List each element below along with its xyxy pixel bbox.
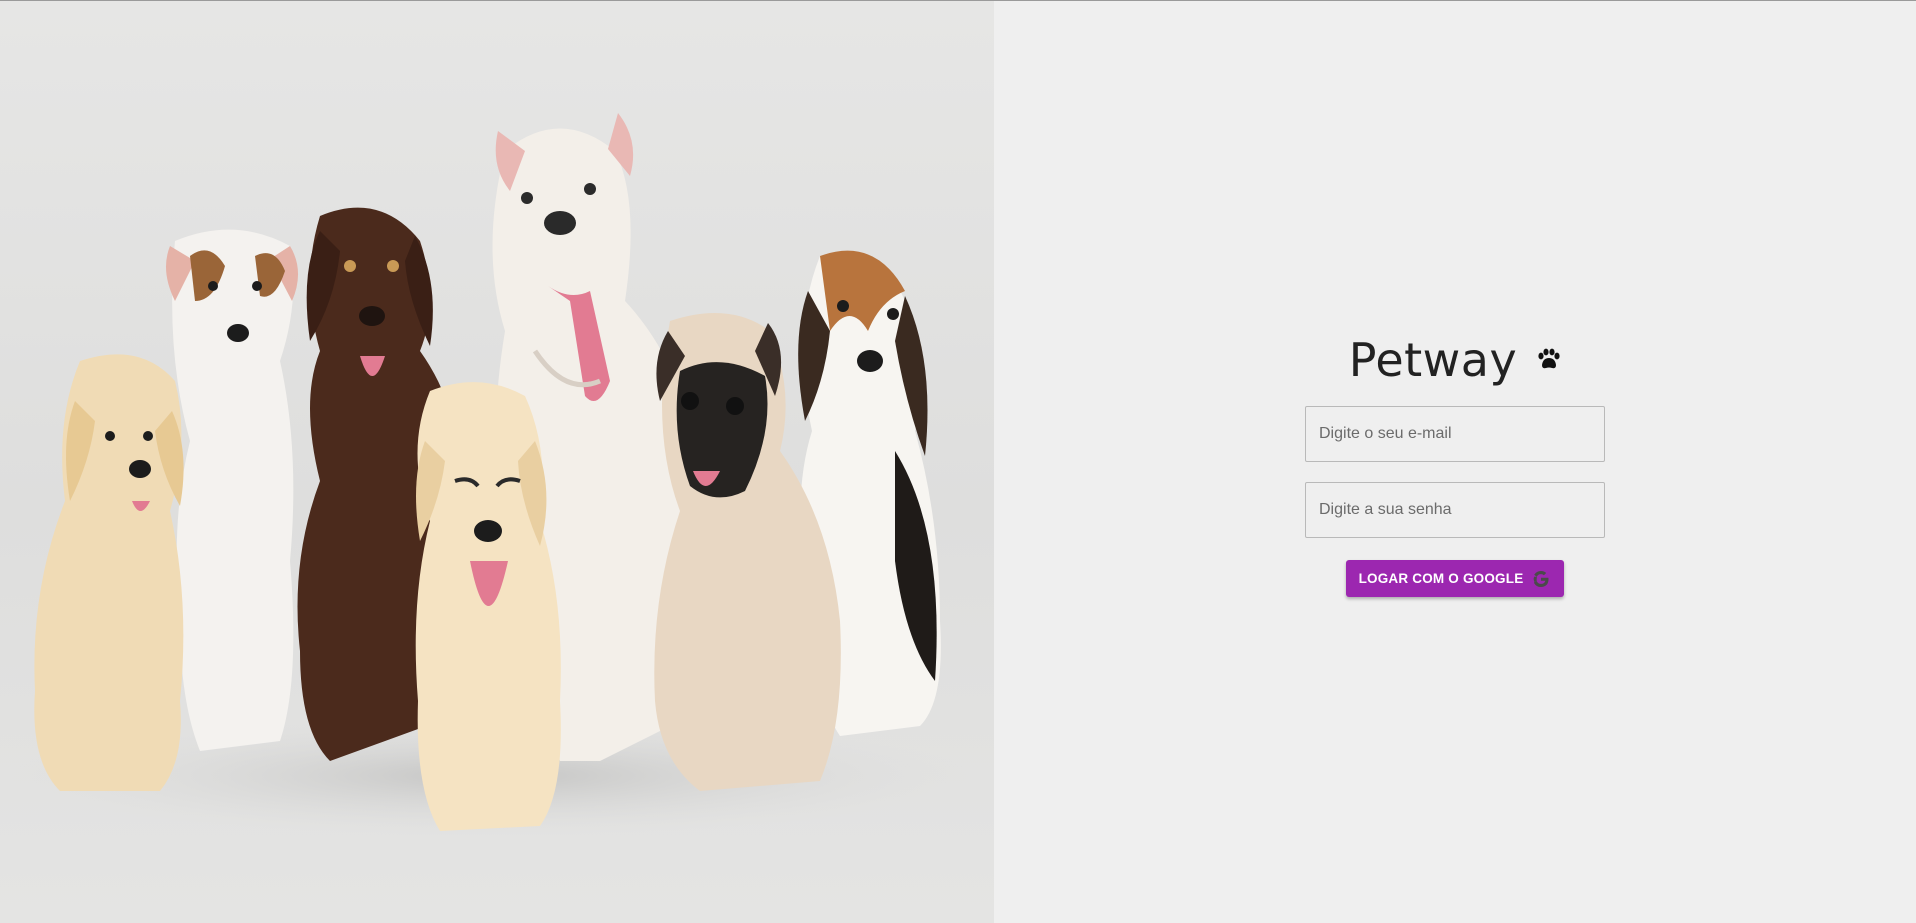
login-panel: Petway LOGAR COM O GOOGLE bbox=[994, 1, 1916, 923]
password-field[interactable] bbox=[1305, 482, 1605, 538]
golden-puppy-center-figure bbox=[415, 382, 561, 831]
jack-russell-figure bbox=[166, 229, 299, 752]
paw-icon bbox=[1535, 347, 1561, 373]
google-login-button[interactable]: LOGAR COM O GOOGLE bbox=[1346, 560, 1564, 597]
puppies-illustration bbox=[10, 113, 970, 836]
login-page: Petway LOGAR COM O GOOGLE bbox=[0, 0, 1916, 923]
login-form: Petway LOGAR COM O GOOGLE bbox=[1305, 332, 1605, 597]
google-login-label: LOGAR COM O GOOGLE bbox=[1358, 571, 1524, 586]
golden-puppy-left-figure bbox=[34, 354, 184, 791]
brand-header: Petway bbox=[1349, 332, 1561, 388]
email-field[interactable] bbox=[1305, 406, 1605, 462]
app-title: Petway bbox=[1348, 333, 1518, 387]
hero-image-panel bbox=[0, 1, 994, 923]
google-icon bbox=[1531, 569, 1551, 589]
